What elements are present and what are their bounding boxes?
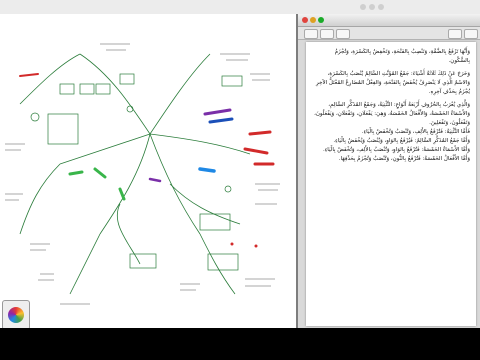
paragraph: وَأَمَّا جَمْعُ المُذَكَّرِ السَّالِمُ: … — [306, 137, 476, 146]
document-toolbar — [298, 27, 480, 40]
document-page[interactable]: وَأَنَّهَا تَرْفَعُ بِالضَّمَّةِ، وَتَنْ… — [306, 42, 476, 326]
toolbar-button[interactable] — [464, 29, 478, 39]
paragraph: وَأَنَّهَا تَرْفَعُ بِالضَّمَّةِ، وَتَنْ… — [306, 42, 476, 66]
mind-map-drawing — [5, 43, 280, 305]
text-line: وَأَمَّا جَمْعُ المُذَكَّرِ السَّالِمُ: … — [333, 138, 470, 144]
close-window-icon[interactable] — [302, 17, 308, 23]
color-highlights — [19, 73, 275, 201]
toolbar-button[interactable] — [448, 29, 462, 39]
text-line: يُجْزَمُ بِحَذْفِ آخِرِهِ. — [428, 89, 470, 95]
mind-map-canvas[interactable] — [0, 14, 298, 328]
paragraph: وَخَرَجَ عَنْ ذَلِكَ ثَلَاثَةُ أَشْيَاءَ… — [306, 70, 476, 97]
text-line: وَالأَسْمَاءُ الخَمْسَةُ، وَالأَفْعَالُ … — [335, 111, 470, 117]
text-line: وَخَرَجَ عَنْ ذَلِكَ ثَلَاثَةُ أَشْيَاءَ… — [327, 71, 470, 77]
circle-marks — [30, 105, 232, 193]
toolbar-button[interactable] — [304, 29, 318, 39]
paragraph: فَأَمَّا التَّثْنِيَةُ: فَتُرْفَعُ بِالأ… — [306, 128, 476, 137]
document-window: وَأَنَّهَا تَرْفَعُ بِالضَّمَّةِ، وَتَنْ… — [298, 14, 480, 328]
text-line: وَالَّذِي يُعْرَبُ بِالحُرُوفِ أَرْبَعَة… — [328, 102, 470, 108]
paragraph: وَأَمَّا الأَفْعَالُ الخَمْسَةُ: فَتُرْف… — [306, 155, 476, 164]
text-line: وَأَنَّهَا تَرْفَعُ بِالضَّمَّةِ، وَتَنْ… — [334, 49, 470, 64]
paragraph: وَأَمَّا الأَسْمَاءُ الخَمْسَةُ: فَتُرْف… — [306, 146, 476, 155]
color-wheel-icon — [8, 307, 24, 323]
text-line: وَأَمَّا الأَسْمَاءُ الخَمْسَةُ: فَتُرْف… — [322, 147, 470, 153]
toolbar-button[interactable] — [320, 29, 334, 39]
desktop-screen: وَأَنَّهَا تَرْفَعُ بِالضَّمَّةِ، وَتَنْ… — [0, 0, 480, 328]
minimize-window-icon[interactable] — [310, 17, 316, 23]
document-title-bar[interactable] — [298, 14, 480, 27]
text-line: وَأَمَّا الأَفْعَالُ الخَمْسَةُ: فَتُرْف… — [338, 156, 470, 162]
text-line: فَأَمَّا التَّثْنِيَةُ: فَتُرْفَعُ بِالأ… — [361, 129, 470, 135]
zoom-window-icon[interactable] — [318, 17, 324, 23]
toolbar-button[interactable] — [336, 29, 350, 39]
letterbox-bar — [0, 328, 480, 360]
color-palette-button[interactable] — [2, 300, 30, 328]
text-line: وَالاسْمُ الَّذِي لَا يَنْصَرِفُ يُخْفَض… — [316, 80, 470, 86]
menu-extras-icon[interactable] — [360, 4, 366, 10]
branch-lines-green — [19, 53, 251, 295]
paragraph: وَالَّذِي يُعْرَبُ بِالحُرُوفِ أَرْبَعَة… — [306, 101, 476, 128]
red-dots — [230, 242, 258, 248]
handwritten-notes — [5, 43, 280, 305]
menu-bar — [0, 0, 480, 15]
